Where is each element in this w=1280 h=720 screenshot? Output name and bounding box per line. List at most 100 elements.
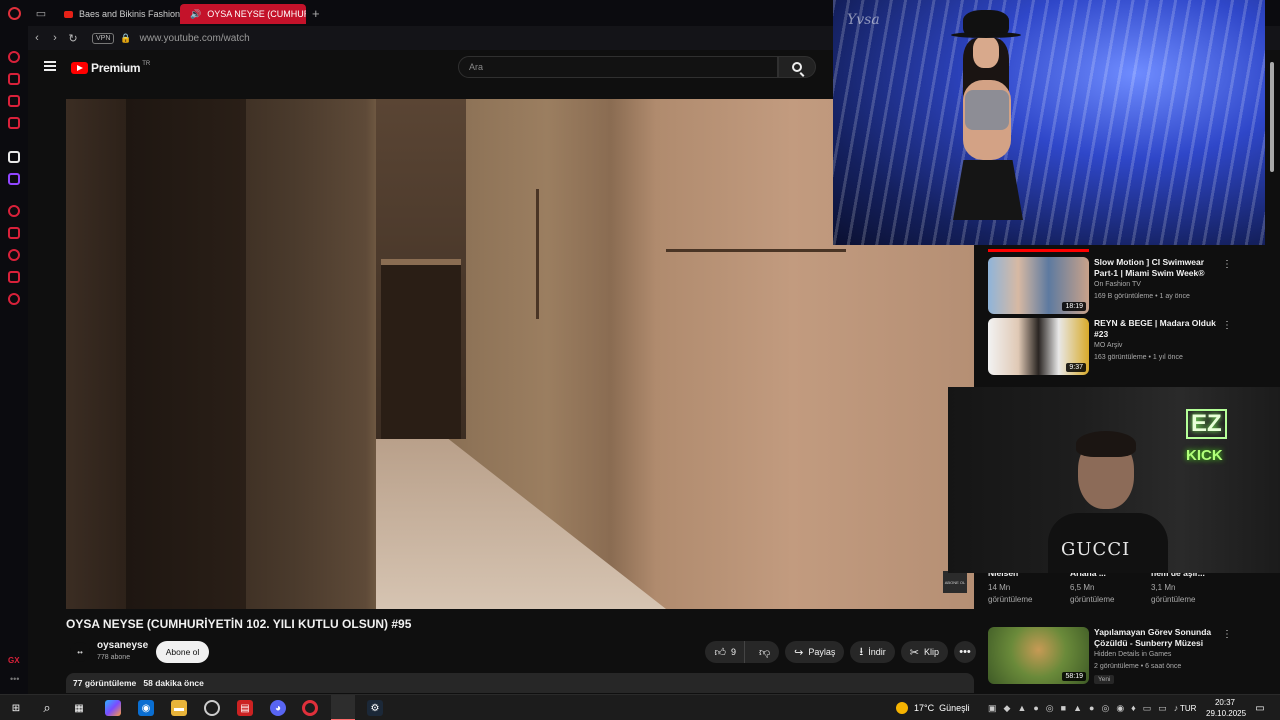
video-actions: 👍︎ 9 👎︎ ↪ Paylaş ⭳ İndir ✂ Klip •••: [705, 640, 976, 664]
extensions-icon[interactable]: [8, 271, 20, 283]
download-button[interactable]: ⭳ İndir: [850, 641, 895, 663]
tray-icon[interactable]: ◉: [1116, 703, 1124, 714]
workspaces-icon[interactable]: ▭: [28, 0, 54, 26]
video-thumbnail[interactable]: 58:19: [988, 627, 1089, 684]
channel-name[interactable]: oysaneyse: [97, 640, 148, 651]
tray-icon[interactable]: ▭: [1143, 703, 1152, 714]
volume-icon[interactable]: ♪: [1174, 703, 1179, 713]
tab-oysa-neyse[interactable]: 🔊 OYSA NEYSE (CUMHURİ: [180, 4, 306, 24]
tray-icon[interactable]: ▣: [988, 703, 997, 714]
forward-icon[interactable]: ›: [46, 32, 64, 44]
notifications-icon[interactable]: ▭: [1252, 700, 1268, 716]
opera-gx-active-icon[interactable]: [331, 695, 355, 720]
more-actions-button[interactable]: •••: [954, 641, 976, 663]
video-thumbnail[interactable]: 9:37: [988, 318, 1089, 375]
url-field[interactable]: www.youtube.com/watch: [140, 33, 250, 44]
chat-icon[interactable]: [8, 95, 20, 107]
youtube-logo[interactable]: Premium TR: [71, 61, 150, 75]
tray-icon[interactable]: ◎: [1101, 703, 1109, 714]
tray-icon[interactable]: ●: [1089, 703, 1094, 713]
tray-icon[interactable]: ■: [1061, 703, 1066, 713]
language-indicator[interactable]: TUR: [1180, 695, 1196, 720]
youtube-play-icon: [71, 62, 88, 74]
speaker-icon[interactable]: 🔊: [190, 9, 201, 20]
like-button[interactable]: 👍︎ 9: [714, 641, 745, 663]
pin-icon[interactable]: [8, 227, 20, 239]
back-icon[interactable]: ‹: [28, 32, 46, 44]
kebab-menu-icon[interactable]: ⋮: [1222, 259, 1232, 270]
list-item[interactable]: 58:19 Yapılamayan Görev Sonunda Çözüldü …: [988, 627, 1234, 685]
rec-channel[interactable]: MO Arşiv: [1094, 342, 1122, 349]
opera-icon[interactable]: [302, 700, 318, 716]
tray-icon[interactable]: ▲: [1017, 703, 1026, 713]
list-item[interactable]: 18:19 Slow Motion ] CI Swimwear Part-1 |…: [988, 257, 1234, 315]
kebab-menu-icon[interactable]: ⋮: [1222, 320, 1232, 331]
new-tab-button[interactable]: +: [312, 6, 320, 21]
tab-label: Baes and Bikinis Fashion: [79, 9, 180, 19]
rec-channel[interactable]: Hidden Details in Games: [1094, 651, 1171, 658]
discord-icon[interactable]: ◕: [270, 700, 286, 716]
rec-channel[interactable]: On Fashion TV: [1094, 281, 1141, 288]
outlook-icon[interactable]: ◉: [138, 700, 154, 716]
avatar[interactable]: ••: [70, 642, 90, 662]
menu-icon[interactable]: [44, 61, 56, 71]
search-input[interactable]: Ara: [458, 56, 778, 78]
tray-icon[interactable]: ●: [1033, 703, 1038, 713]
lock-icon[interactable]: 🔒: [120, 33, 131, 44]
share-label: Paylaş: [808, 647, 836, 657]
chrome-icon[interactable]: [204, 700, 220, 716]
search-taskbar-icon[interactable]: ⌕: [39, 700, 55, 716]
rec-title[interactable]: REYN & BEGE | Madara Olduk #23: [1094, 318, 1216, 340]
list-item[interactable]: 9:37 REYN & BEGE | Madara Olduk #23 MO A…: [988, 318, 1234, 376]
bag-icon[interactable]: [8, 73, 20, 85]
rec-title[interactable]: Yapılamayan Görev Sonunda Çözüldü - Sunb…: [1094, 627, 1216, 649]
subscribe-watermark[interactable]: ABONE OL: [943, 571, 967, 593]
weather-widget[interactable]: 17°C Güneşli: [896, 695, 970, 720]
aria-icon[interactable]: [8, 51, 20, 63]
watch-progress-bar: [988, 249, 1089, 252]
microphone-icon[interactable]: ♦: [1131, 703, 1136, 713]
video-thumbnail[interactable]: 18:19: [988, 257, 1089, 314]
clock[interactable]: 20:37 29.10.2025: [1206, 697, 1246, 719]
description-box[interactable]: 77 görüntüleme 58 dakika önce: [66, 673, 974, 693]
scrollbar-thumb[interactable]: [1270, 62, 1274, 172]
sun-icon: [896, 702, 908, 714]
subscriber-count: 778 abone: [97, 654, 131, 661]
messenger-icon[interactable]: [8, 117, 20, 129]
more-icon[interactable]: •••: [10, 674, 19, 684]
tray-icon[interactable]: ▲: [1073, 703, 1082, 713]
vpn-badge[interactable]: VPN: [92, 32, 115, 44]
kebab-menu-icon[interactable]: ⋮: [1222, 629, 1232, 640]
tray-icon[interactable]: ◎: [1046, 703, 1054, 714]
player-icon[interactable]: [8, 205, 20, 217]
task-view-icon[interactable]: ▦: [71, 700, 87, 716]
settings-icon[interactable]: [8, 293, 20, 305]
streamer-hair: [1076, 431, 1136, 457]
copilot-icon[interactable]: [105, 700, 121, 716]
dislike-button[interactable]: 👎︎: [750, 646, 779, 659]
video-owner-row: •• oysaneyse 778 abone Abone ol 👍︎ 9 👎︎ …: [66, 640, 976, 664]
search-button[interactable]: [778, 56, 816, 78]
arrow-icon[interactable]: [8, 151, 20, 163]
tray-icon[interactable]: ◆: [1004, 703, 1011, 714]
opera-menu-button[interactable]: [0, 0, 28, 26]
system-tray-icons: ▣ ◆ ▲ ● ◎ ■ ▲ ● ◎ ◉ ♦ ▭ ▭ ♪: [988, 695, 1178, 720]
twitch-icon[interactable]: [8, 173, 20, 185]
gx-control-icon[interactable]: GX: [8, 656, 20, 665]
streamer-figure: GUCCI: [1048, 427, 1168, 573]
clip-button[interactable]: ✂ Klip: [900, 641, 948, 663]
scrollbar[interactable]: [1268, 52, 1276, 692]
tab-baes-and-bikinis[interactable]: Baes and Bikinis Fashion: [54, 4, 180, 24]
video-frame-seam: [666, 249, 846, 252]
steam-icon[interactable]: ⚙: [367, 700, 383, 716]
network-icon[interactable]: ▭: [1158, 703, 1167, 714]
share-button[interactable]: ↪ Paylaş: [785, 641, 845, 663]
voicemeeter-icon[interactable]: ▤: [237, 700, 253, 716]
subscribe-button[interactable]: Abone ol: [156, 641, 209, 663]
rec-title[interactable]: Slow Motion ] CI Swimwear Part-1 | Miami…: [1094, 257, 1216, 279]
file-explorer-icon[interactable]: ▬: [171, 700, 187, 716]
opera-logo-icon: [7, 6, 21, 20]
windows-start-icon[interactable]: ⊞: [8, 700, 24, 716]
history-icon[interactable]: [8, 249, 20, 261]
reload-icon[interactable]: ↻: [64, 32, 82, 45]
